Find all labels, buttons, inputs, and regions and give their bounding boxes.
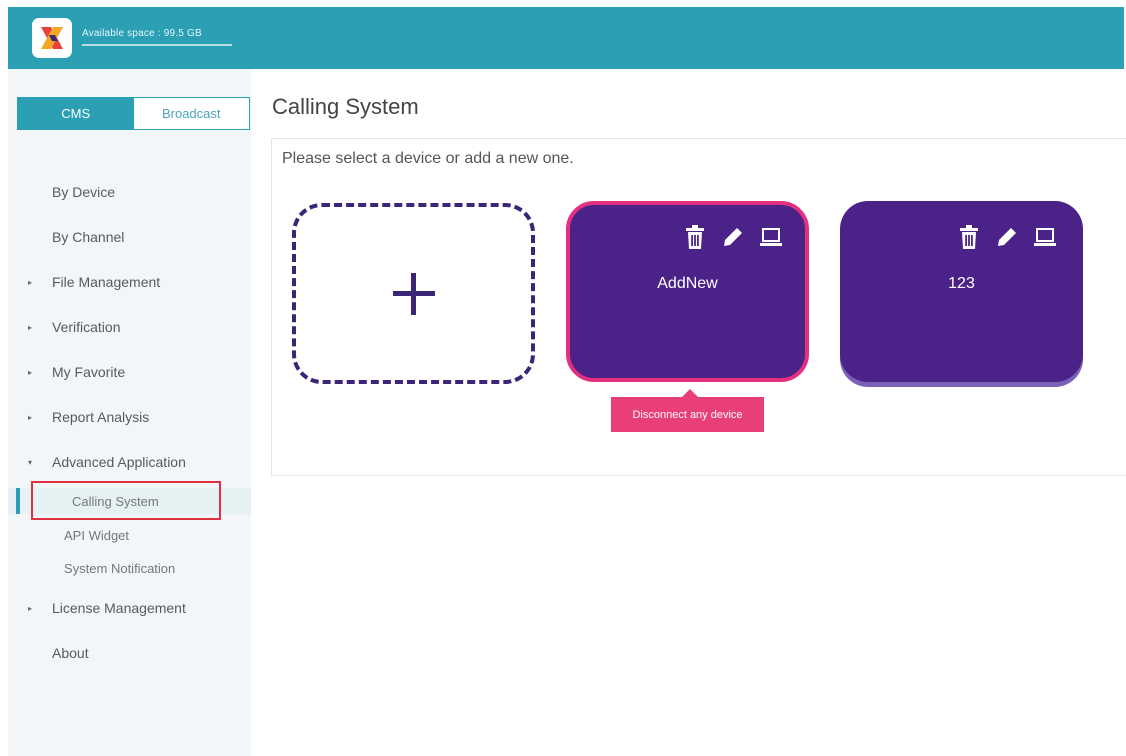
caret-right-icon: ▸ bbox=[28, 322, 33, 332]
plus-icon bbox=[296, 207, 531, 380]
sidebar-item-file-management[interactable]: ▸ File Management bbox=[8, 267, 251, 297]
caret-right-icon: ▸ bbox=[28, 277, 33, 287]
trash-icon[interactable] bbox=[957, 225, 981, 249]
sidebar-item-label: By Channel bbox=[52, 229, 125, 245]
device-card-actions bbox=[957, 225, 1057, 249]
caret-down-icon: ▾ bbox=[28, 457, 33, 467]
sidebar-item-advanced-application[interactable]: ▾ Advanced Application bbox=[8, 447, 251, 477]
tab-cms[interactable]: CMS bbox=[18, 98, 134, 129]
instruction-text: Please select a device or add a new one. bbox=[282, 150, 574, 167]
caret-right-icon: ▸ bbox=[28, 367, 33, 377]
laptop-icon[interactable] bbox=[759, 225, 783, 249]
pencil-icon[interactable] bbox=[721, 225, 745, 249]
pencil-icon[interactable] bbox=[995, 225, 1019, 249]
trash-icon[interactable] bbox=[683, 225, 707, 249]
sidebar-item-label: My Favorite bbox=[52, 364, 126, 380]
available-space-underline bbox=[82, 44, 232, 46]
sidebar-item-license-management[interactable]: ▸ License Management bbox=[8, 593, 251, 623]
device-name: AddNew bbox=[657, 275, 718, 292]
available-space-label: Available space : 99.5 GB bbox=[82, 28, 202, 39]
tooltip-arrow bbox=[682, 389, 698, 397]
caret-right-icon: ▸ bbox=[28, 412, 33, 422]
device-card[interactable]: 123 bbox=[840, 201, 1083, 382]
add-device-card[interactable] bbox=[292, 203, 535, 384]
sidebar-subitem-api-widget[interactable]: API Widget bbox=[8, 522, 251, 548]
page-title: Calling System bbox=[272, 94, 419, 119]
device-card[interactable]: AddNew bbox=[566, 201, 809, 382]
device-card-actions bbox=[683, 225, 783, 249]
sidebar-subitem-label: API Widget bbox=[64, 527, 130, 543]
caret-right-icon: ▸ bbox=[28, 603, 33, 613]
sidebar-item-verification[interactable]: ▸ Verification bbox=[8, 312, 251, 342]
sidebar-item-report-analysis[interactable]: ▸ Report Analysis bbox=[8, 402, 251, 432]
sidebar-item-label: File Management bbox=[52, 274, 161, 290]
laptop-icon[interactable] bbox=[1033, 225, 1057, 249]
sidebar-item-label: Advanced Application bbox=[52, 454, 186, 470]
mode-tabs: CMS Broadcast bbox=[17, 97, 250, 130]
sidebar-item-my-favorite[interactable]: ▸ My Favorite bbox=[8, 357, 251, 387]
device-name: 123 bbox=[948, 275, 975, 292]
highlight-box bbox=[31, 481, 221, 520]
sidebar-item-by-device[interactable]: By Device bbox=[8, 177, 251, 207]
app-logo-icon[interactable] bbox=[32, 18, 72, 58]
sidebar-item-about[interactable]: About bbox=[8, 638, 251, 668]
sidebar-item-by-channel[interactable]: By Channel bbox=[8, 222, 251, 252]
active-indicator bbox=[16, 488, 20, 514]
sidebar-subitem-label: System Notification bbox=[64, 560, 176, 576]
disconnect-tooltip: Disconnect any device bbox=[611, 397, 764, 432]
sidebar-item-label: Report Analysis bbox=[52, 409, 150, 425]
sidebar-item-label: About bbox=[52, 645, 89, 661]
tab-broadcast[interactable]: Broadcast bbox=[133, 98, 249, 129]
sidebar-item-label: License Management bbox=[52, 600, 186, 616]
top-bar: Available space : 99.5 GB bbox=[8, 7, 1124, 69]
sidebar-item-label: Verification bbox=[52, 319, 121, 335]
sidebar-subitem-system-notification[interactable]: System Notification bbox=[8, 555, 251, 581]
sidebar-item-label: By Device bbox=[52, 184, 116, 200]
